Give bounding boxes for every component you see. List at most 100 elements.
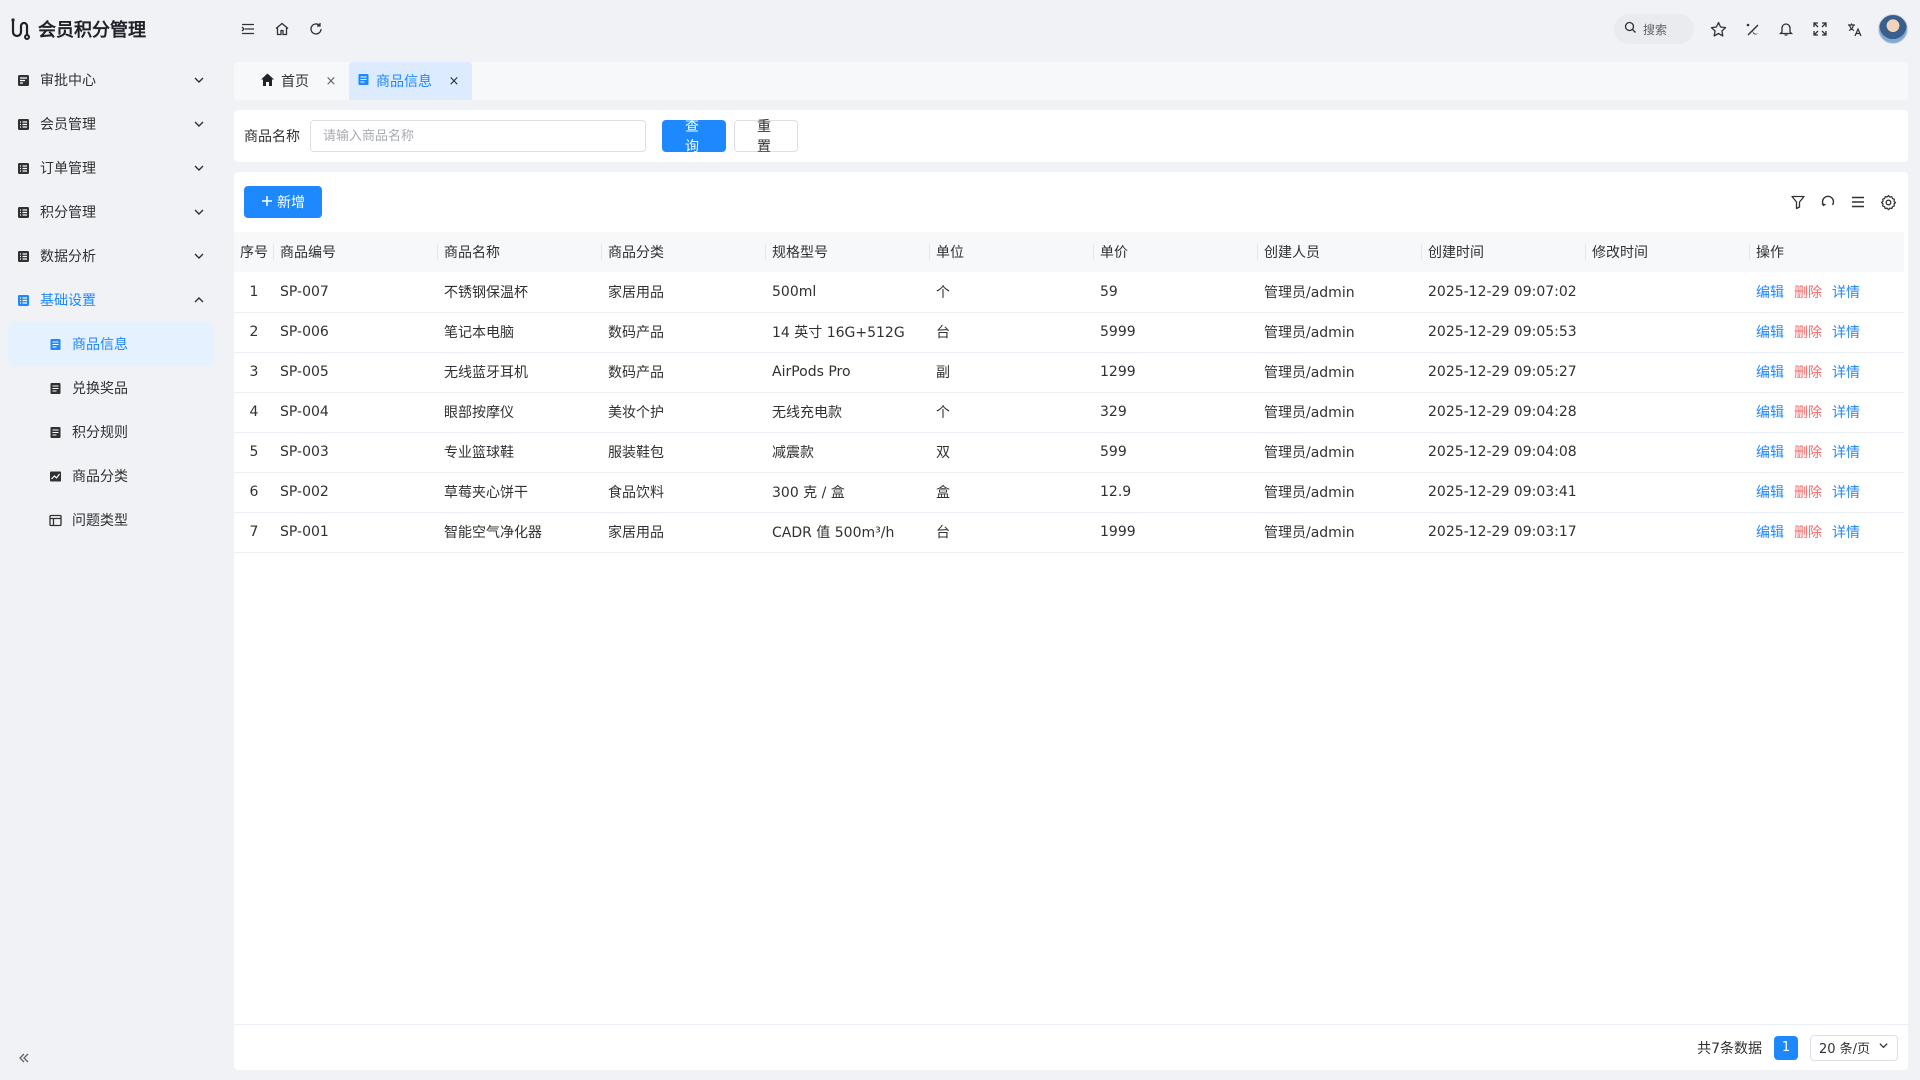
sidebar-item-product-info[interactable]: 商品信息 — [8, 322, 214, 366]
tab-home[interactable]: 首页 × — [252, 62, 349, 100]
edit-link[interactable]: 编辑 — [1756, 522, 1784, 542]
add-button[interactable]: 新增 — [244, 186, 322, 218]
document-icon — [48, 381, 62, 395]
cell-code: SP-001 — [274, 512, 438, 553]
total-count: 共7条数据 — [1697, 1040, 1762, 1057]
cell-actions: 编辑 删除 详情 — [1750, 352, 1904, 393]
sidebar: 会员积分管理 审批中心 会员管理 订单管理 积分管理 数据分析 基础设置 商品信… — [0, 0, 222, 1080]
column-header: 创建时间 — [1422, 232, 1586, 272]
chevron-down-icon — [192, 117, 206, 131]
collapse-sidebar-icon[interactable] — [14, 1048, 34, 1068]
gear-icon[interactable] — [1878, 192, 1898, 212]
search-icon — [1624, 21, 1637, 37]
sidebar-item-issue-types[interactable]: 问题类型 — [8, 498, 214, 542]
cell-price: 1999 — [1094, 512, 1258, 553]
sidebar-item-basic-settings[interactable]: 基础设置 — [0, 278, 222, 322]
edit-link[interactable]: 编辑 — [1756, 362, 1784, 382]
page-size-select[interactable]: 20 条/页 — [1810, 1034, 1898, 1061]
product-table: 序号 商品编号 商品名称 商品分类 规格型号 单位 单价 创建人员 创建时间 修改时间 操作 1 SP… — [234, 232, 1904, 553]
app-title: 会员积分管理 — [38, 20, 146, 41]
approval-icon — [16, 73, 30, 87]
cell-category: 服装鞋包 — [602, 432, 766, 473]
cell-created: 2025-12-29 09:03:41 — [1422, 472, 1586, 513]
cell-code: SP-002 — [274, 472, 438, 513]
star-icon[interactable] — [1708, 19, 1728, 39]
detail-link[interactable]: 详情 — [1832, 282, 1860, 302]
edit-link[interactable]: 编辑 — [1756, 482, 1784, 502]
detail-link[interactable]: 详情 — [1832, 322, 1860, 342]
sidebar-item-points-rules[interactable]: 积分规则 — [8, 410, 214, 454]
cell-idx: 7 — [234, 512, 274, 553]
menu-toggle-icon[interactable] — [238, 19, 258, 39]
edit-link[interactable]: 编辑 — [1756, 322, 1784, 342]
edit-link[interactable]: 编辑 — [1756, 282, 1784, 302]
cell-created: 2025-12-29 09:03:17 — [1422, 512, 1586, 553]
detail-link[interactable]: 详情 — [1832, 482, 1860, 502]
bell-icon[interactable] — [1776, 19, 1796, 39]
detail-link[interactable]: 详情 — [1832, 362, 1860, 382]
column-density-icon[interactable] — [1848, 192, 1868, 212]
sidebar-item-orders[interactable]: 订单管理 — [0, 146, 222, 190]
detail-link[interactable]: 详情 — [1832, 402, 1860, 422]
column-header: 商品名称 — [438, 232, 602, 272]
home-icon[interactable] — [272, 19, 292, 39]
sidebar-item-product-category[interactable]: 商品分类 — [8, 454, 214, 498]
detail-link[interactable]: 详情 — [1832, 522, 1860, 542]
cell-modified — [1586, 512, 1750, 553]
delete-link[interactable]: 删除 — [1794, 482, 1822, 502]
cell-spec: 无线充电款 — [766, 392, 930, 433]
sidebar-menu: 审批中心 会员管理 订单管理 积分管理 数据分析 基础设置 商品信息 兑换奖品 … — [0, 58, 222, 542]
cell-idx: 3 — [234, 352, 274, 393]
cell-modified — [1586, 392, 1750, 433]
cell-code: SP-006 — [274, 312, 438, 353]
cell-creator: 管理员/admin — [1258, 512, 1422, 553]
filter-icon[interactable] — [1788, 192, 1808, 212]
chart-icon — [48, 469, 62, 483]
global-search-button[interactable]: 搜索 — [1614, 14, 1694, 44]
edit-link[interactable]: 编辑 — [1756, 442, 1784, 462]
edit-link[interactable]: 编辑 — [1756, 402, 1784, 422]
chevron-down-icon — [1878, 1040, 1889, 1055]
translate-icon[interactable] — [1844, 19, 1864, 39]
cell-creator: 管理员/admin — [1258, 392, 1422, 433]
reset-button[interactable]: 重置 — [734, 118, 798, 154]
detail-link[interactable]: 详情 — [1832, 442, 1860, 462]
theme-toggle-icon[interactable] — [1742, 19, 1762, 39]
delete-link[interactable]: 删除 — [1794, 282, 1822, 302]
refresh-icon[interactable] — [306, 19, 326, 39]
product-name-input[interactable] — [310, 120, 646, 152]
cell-unit: 双 — [930, 432, 1094, 473]
sidebar-item-points[interactable]: 积分管理 — [0, 190, 222, 234]
cell-created: 2025-12-29 09:04:08 — [1422, 432, 1586, 473]
delete-link[interactable]: 删除 — [1794, 522, 1822, 542]
delete-link[interactable]: 删除 — [1794, 322, 1822, 342]
chevron-down-icon — [192, 73, 206, 87]
cell-idx: 2 — [234, 312, 274, 353]
tab-product-info[interactable]: 商品信息 × — [349, 62, 472, 100]
delete-link[interactable]: 删除 — [1794, 362, 1822, 382]
table-header-row: 序号 商品编号 商品名称 商品分类 规格型号 单位 单价 创建人员 创建时间 修改时间 操作 — [234, 232, 1904, 272]
table-row: 3 SP-005 无线蓝牙耳机 数码产品 AirPods Pro 副 1299 管理员/adm… — [234, 352, 1904, 393]
sidebar-item-analytics[interactable]: 数据分析 — [0, 234, 222, 278]
table-row: 2 SP-006 笔记本电脑 数码产品 14 英寸 16G+512G 台 5999 管理员/a… — [234, 312, 1904, 353]
product-table-card: 新增 序号 商品编号 商品名称 商品分类 规格型号 单位 单价 创建人员 创建时间 修改时间 操作 … — [234, 172, 1908, 1070]
user-avatar[interactable] — [1878, 14, 1908, 44]
sidebar-item-exchange-prizes[interactable]: 兑换奖品 — [8, 366, 214, 410]
app-logo[interactable]: 会员积分管理 — [0, 0, 222, 58]
cell-price: 5999 — [1094, 312, 1258, 353]
cell-actions: 编辑 删除 详情 — [1750, 272, 1904, 313]
close-icon[interactable]: × — [325, 74, 337, 89]
sidebar-item-approval[interactable]: 审批中心 — [0, 58, 222, 102]
delete-link[interactable]: 删除 — [1794, 402, 1822, 422]
sidebar-item-members[interactable]: 会员管理 — [0, 102, 222, 146]
refresh-icon[interactable] — [1818, 192, 1838, 212]
cell-spec: 500ml — [766, 272, 930, 313]
close-icon[interactable]: × — [448, 74, 460, 89]
page-number-current[interactable]: 1 — [1774, 1035, 1798, 1060]
delete-link[interactable]: 删除 — [1794, 442, 1822, 462]
member-icon — [16, 117, 30, 131]
fullscreen-icon[interactable] — [1810, 19, 1830, 39]
cell-creator: 管理员/admin — [1258, 312, 1422, 353]
top-bar: 搜索 — [222, 0, 1920, 58]
search-button[interactable]: 查询 — [662, 118, 726, 154]
